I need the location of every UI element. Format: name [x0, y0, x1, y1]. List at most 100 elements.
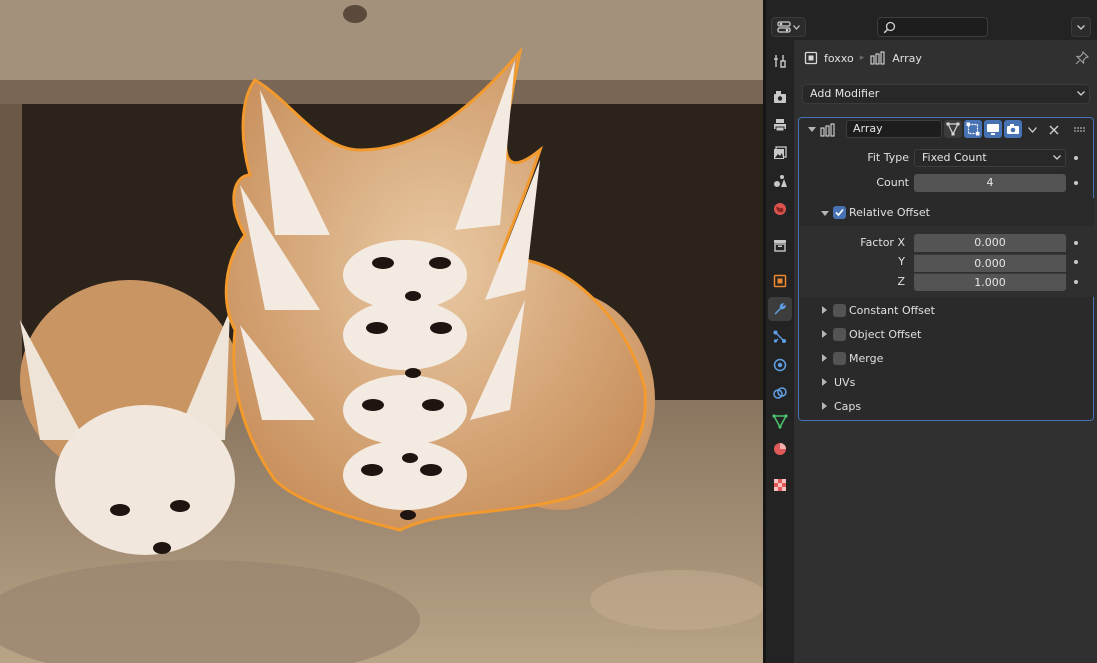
count-label: Count	[876, 176, 909, 189]
object-offset-label[interactable]: Object Offset	[849, 328, 921, 341]
expand-arrow-icon[interactable]	[822, 402, 827, 410]
factor-x-field[interactable]: 0.000	[914, 234, 1066, 252]
collapse-arrow-icon[interactable]	[808, 127, 816, 132]
world-icon	[774, 203, 786, 215]
properties-editor: foxxo ▸ Array Add Modifier Array Fit Typ…	[766, 0, 1097, 663]
chevron-down-icon	[793, 24, 800, 30]
drag-handle-icon[interactable]	[1074, 127, 1086, 133]
expand-arrow-icon[interactable]	[822, 330, 827, 338]
tab-view-layer[interactable]	[768, 141, 792, 165]
keyframe-dot[interactable]	[1074, 241, 1078, 245]
chevron-down-icon	[1077, 91, 1085, 96]
factor-y-label: Y	[898, 255, 905, 268]
texture-icon	[774, 479, 786, 491]
pin-icon[interactable]	[1075, 51, 1089, 65]
constant-offset-checkbox[interactable]	[833, 304, 846, 317]
keyframe-dot[interactable]	[1074, 181, 1078, 185]
tab-data[interactable]	[768, 409, 792, 433]
caps-label[interactable]: Caps	[834, 400, 861, 413]
add-modifier-dropdown[interactable]: Add Modifier	[802, 84, 1090, 104]
particles-icon	[773, 330, 786, 343]
tab-particles[interactable]	[768, 325, 792, 349]
search-icon	[883, 21, 896, 34]
tab-scene[interactable]	[768, 169, 792, 193]
tab-constraints[interactable]	[768, 381, 792, 405]
keyframe-dot[interactable]	[1074, 260, 1078, 264]
expand-arrow-icon[interactable]	[821, 211, 829, 216]
uvs-label[interactable]: UVs	[834, 376, 855, 389]
factor-z-label: Z	[897, 275, 905, 288]
expand-arrow-icon[interactable]	[822, 354, 827, 362]
tab-world[interactable]	[768, 197, 792, 221]
foxes-photo	[0, 0, 763, 663]
tab-collection[interactable]	[768, 233, 792, 257]
fit-type-value: Fixed Count	[922, 151, 987, 164]
expand-arrow-icon[interactable]	[822, 306, 827, 314]
3d-viewport[interactable]	[0, 0, 763, 663]
edit-mode-toggle[interactable]	[964, 120, 982, 138]
properties-header	[766, 0, 1097, 40]
chevron-down-icon	[1053, 155, 1061, 160]
object-icon	[773, 274, 787, 288]
mesh-data-icon	[772, 414, 788, 429]
relative-offset-checkbox[interactable]	[833, 206, 846, 219]
edit-mode-cage-toggle[interactable]	[944, 120, 962, 138]
breadcrumb-object: foxxo	[824, 51, 854, 65]
chevron-down-icon	[1077, 24, 1085, 30]
close-icon[interactable]	[1049, 125, 1059, 135]
array-modifier-icon	[820, 123, 835, 137]
box-icon	[774, 240, 786, 252]
breadcrumb-modifier: Array	[892, 51, 922, 65]
merge-checkbox[interactable]	[833, 352, 846, 365]
render-toggle[interactable]	[1004, 120, 1022, 138]
expand-arrow-icon[interactable]	[822, 378, 827, 386]
modifier-header: Array	[799, 118, 1093, 142]
editor-type-button[interactable]	[771, 17, 806, 37]
camera-back-icon	[774, 91, 786, 103]
wrench-screwdriver-icon	[774, 55, 786, 68]
editmode-icon	[946, 122, 960, 136]
wrench-icon	[774, 303, 786, 315]
tab-output[interactable]	[768, 113, 792, 137]
array-modifier-panel: Array Fit Type Fixed Count Count 4 Relat…	[798, 117, 1094, 421]
tab-material[interactable]	[768, 437, 792, 461]
array-modifier-icon	[870, 51, 885, 65]
fit-type-dropdown[interactable]: Fixed Count	[914, 149, 1066, 167]
checkmark-icon	[835, 208, 844, 217]
options-button[interactable]	[1071, 17, 1091, 37]
tab-modifiers[interactable]	[768, 297, 792, 321]
material-icon	[774, 443, 786, 455]
object-icon	[804, 51, 818, 65]
monitor-icon	[987, 124, 999, 135]
fit-type-label: Fit Type	[867, 151, 909, 164]
tab-physics[interactable]	[768, 353, 792, 377]
object-offset-checkbox[interactable]	[833, 328, 846, 341]
modifier-properties: foxxo ▸ Array Add Modifier Array Fit Typ…	[794, 40, 1097, 663]
tab-object[interactable]	[768, 269, 792, 293]
tab-tool[interactable]	[768, 49, 792, 73]
viewport-display-toggle[interactable]	[984, 120, 1002, 138]
editor-type-icon	[777, 21, 791, 33]
keyframe-dot[interactable]	[1074, 280, 1078, 284]
tab-render[interactable]	[768, 85, 792, 109]
edit-vertex-icon	[966, 122, 980, 136]
printer-icon	[774, 119, 786, 132]
keyframe-dot[interactable]	[1074, 156, 1078, 160]
modifier-name-input[interactable]: Array	[846, 120, 942, 138]
constant-offset-label[interactable]: Constant Offset	[849, 304, 935, 317]
relative-offset-label: Relative Offset	[849, 206, 930, 219]
breadcrumb-separator: ▸	[859, 53, 865, 63]
constraint-icon	[773, 387, 787, 399]
chevron-down-icon[interactable]	[1028, 127, 1037, 133]
image-icon	[774, 146, 787, 159]
factor-z-field[interactable]: 1.000	[914, 273, 1066, 291]
factor-x-label: Factor X	[860, 236, 905, 249]
merge-label[interactable]: Merge	[849, 352, 883, 365]
tab-texture[interactable]	[768, 473, 792, 497]
factor-y-field[interactable]: 0.000	[914, 254, 1066, 272]
breadcrumb: foxxo ▸ Array	[804, 50, 922, 66]
camera-icon	[1007, 124, 1019, 134]
add-modifier-label: Add Modifier	[810, 87, 880, 100]
search-input[interactable]	[877, 17, 988, 37]
count-field[interactable]: 4	[914, 174, 1066, 192]
